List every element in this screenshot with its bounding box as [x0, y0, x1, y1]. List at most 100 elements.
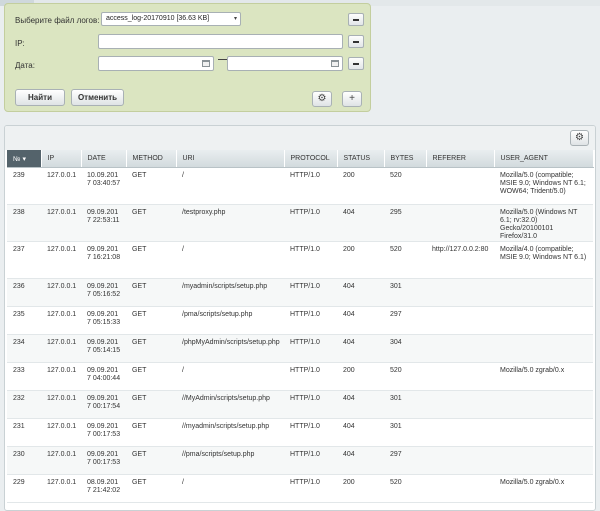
table-row[interactable]: 233 127.0.0.1 09.09.2017 04:00:44 GET / HTTP/… [7, 362, 593, 391]
cell-uri: / [176, 241, 284, 279]
cell-uri: /myadmin/scripts/setup.php [176, 278, 284, 307]
col-header-referer[interactable]: REFERER [426, 150, 495, 168]
cell-uri: / [176, 167, 284, 205]
table-row[interactable]: 238 127.0.0.1 09.09.2017 22:53:11 GET/testp… [7, 204, 593, 242]
cancel-button[interactable]: Отменить [71, 89, 124, 106]
cell-referer [426, 204, 494, 242]
cell-date: 09.09.2017 00:17:53 [81, 418, 126, 447]
cell-status: 404 [337, 204, 384, 242]
remove-ip-filter-button[interactable] [348, 35, 364, 48]
cell-method: GET [126, 334, 176, 363]
cell-date: 09.09.2017 05:15:33 [81, 306, 126, 335]
col-header-bytes[interactable]: BYTES [384, 150, 427, 168]
ip-label: IP: [15, 39, 25, 48]
date-from-input[interactable] [98, 56, 214, 71]
cell-bytes: 297 [384, 306, 426, 335]
log-file-select[interactable]: access_log-20170910 [36.63 KB] ▾ [101, 12, 241, 26]
table-row[interactable]: 231 127.0.0.1 09.09.2017 00:17:53 GET//myad… [7, 418, 593, 447]
cell-bytes: 301 [384, 390, 426, 419]
table-row[interactable]: 236 127.0.0.1 09.09.2017 05:16:52 GET/myadm… [7, 278, 593, 307]
table-row[interactable]: 239 127.0.0.1 10.09.2017 03:40:57 GET / HTTP/… [7, 167, 593, 205]
cell-status: 404 [337, 334, 384, 363]
minus-icon [353, 41, 359, 43]
cell-status: 404 [337, 306, 384, 335]
results-toolbar: ⚙ [5, 126, 595, 150]
table-row[interactable]: 229 127.0.0.1 08.09.2017 21:42:02 GET / HTTP/… [7, 474, 593, 503]
calendar-icon[interactable] [202, 60, 210, 67]
file-select-label: Выберите файл логов: [15, 16, 100, 25]
cell-method: GET [126, 474, 176, 503]
cell-user-agent [494, 418, 593, 447]
cell-user-agent: Mozilla/4.0 (compatible; MSIE 9.0; Windo… [494, 241, 593, 279]
remove-file-filter-button[interactable] [348, 13, 364, 26]
cell-num: 229 [7, 474, 41, 503]
col-header-uri[interactable]: URI [176, 150, 285, 168]
cell-ip: 127.0.0.1 [41, 446, 81, 475]
cell-date: 08.09.2017 21:42:02 [81, 474, 126, 503]
remove-date-filter-button[interactable] [348, 57, 364, 70]
cell-bytes: 520 [384, 167, 426, 205]
cell-protocol: HTTP/1.0 [284, 167, 337, 205]
cell-protocol: HTTP/1.0 [284, 446, 337, 475]
cell-num: 239 [7, 167, 41, 205]
cell-method: GET [126, 418, 176, 447]
table-settings-button[interactable]: ⚙ [570, 130, 589, 146]
add-filter-button[interactable]: + [342, 91, 362, 107]
cell-date: 10.09.2017 03:40:57 [81, 167, 126, 205]
cell-referer [426, 306, 494, 335]
table-row[interactable]: 234 127.0.0.1 09.09.2017 05:14:15 GET/phpMy… [7, 334, 593, 363]
ip-input[interactable] [98, 34, 343, 49]
cell-referer [426, 167, 494, 205]
cell-status: 200 [337, 474, 384, 503]
col-header-num[interactable]: № ▾ [7, 150, 42, 168]
cell-method: GET [126, 241, 176, 279]
sort-desc-icon: ▾ [22, 155, 26, 163]
cell-bytes: 520 [384, 362, 426, 391]
col-header-num-label: № [13, 155, 21, 163]
cell-referer [426, 390, 494, 419]
calendar-icon[interactable] [331, 60, 339, 67]
cell-method: GET [126, 390, 176, 419]
col-header-ip[interactable]: IP [41, 150, 82, 168]
col-header-user-agent[interactable]: USER_AGENT [494, 150, 594, 168]
cell-ip: 127.0.0.1 [41, 418, 81, 447]
table-row[interactable]: 232 127.0.0.1 09.09.2017 00:17:54 GET//MyAd… [7, 390, 593, 419]
cell-method: GET [126, 278, 176, 307]
col-header-date[interactable]: DATE [81, 150, 127, 168]
col-header-protocol[interactable]: PROTOCOL [284, 150, 338, 168]
cell-bytes: 304 [384, 334, 426, 363]
cell-num: 236 [7, 278, 41, 307]
plus-icon: + [349, 93, 355, 104]
filter-settings-button[interactable]: ⚙ [312, 91, 332, 107]
cell-user-agent [494, 390, 593, 419]
log-file-select-value: access_log-20170910 [36.63 KB] [106, 15, 210, 22]
cell-ip: 127.0.0.1 [41, 390, 81, 419]
cell-ip: 127.0.0.1 [41, 474, 81, 503]
date-label: Дата: [15, 61, 35, 70]
find-button[interactable]: Найти [15, 89, 65, 106]
cell-protocol: HTTP/1.0 [284, 362, 337, 391]
cell-protocol: HTTP/1.0 [284, 334, 337, 363]
cell-date: 09.09.2017 00:17:53 [81, 446, 126, 475]
table-row[interactable]: 237 127.0.0.1 09.09.2017 16:21:08 GET / HTTP/… [7, 241, 593, 279]
cell-user-agent [494, 278, 593, 307]
cell-user-agent: Mozilla/5.0 zgrab/0.x [494, 362, 593, 391]
filter-panel: Выберите файл логов: access_log-20170910… [4, 3, 371, 112]
cell-protocol: HTTP/1.0 [284, 418, 337, 447]
cell-status: 404 [337, 278, 384, 307]
cell-user-agent [494, 446, 593, 475]
cell-bytes: 520 [384, 474, 426, 503]
cell-uri: //pma/scripts/setup.php [176, 446, 284, 475]
table-row[interactable]: 230 127.0.0.1 09.09.2017 00:17:53 GET//pma/… [7, 446, 593, 475]
col-header-method[interactable]: METHOD [126, 150, 177, 168]
results-panel: ⚙ № ▾ IP DATE METHOD URI PROTOCOL STATUS… [4, 125, 596, 511]
log-table: № ▾ IP DATE METHOD URI PROTOCOL STATUS B… [7, 150, 594, 503]
cell-uri: / [176, 362, 284, 391]
col-header-status[interactable]: STATUS [337, 150, 385, 168]
cell-user-agent [494, 334, 593, 363]
cell-referer [426, 334, 494, 363]
cell-bytes: 520 [384, 241, 426, 279]
cell-bytes: 301 [384, 418, 426, 447]
table-row[interactable]: 235 127.0.0.1 09.09.2017 05:15:33 GET/pma/s… [7, 306, 593, 335]
date-to-input[interactable] [227, 56, 343, 71]
